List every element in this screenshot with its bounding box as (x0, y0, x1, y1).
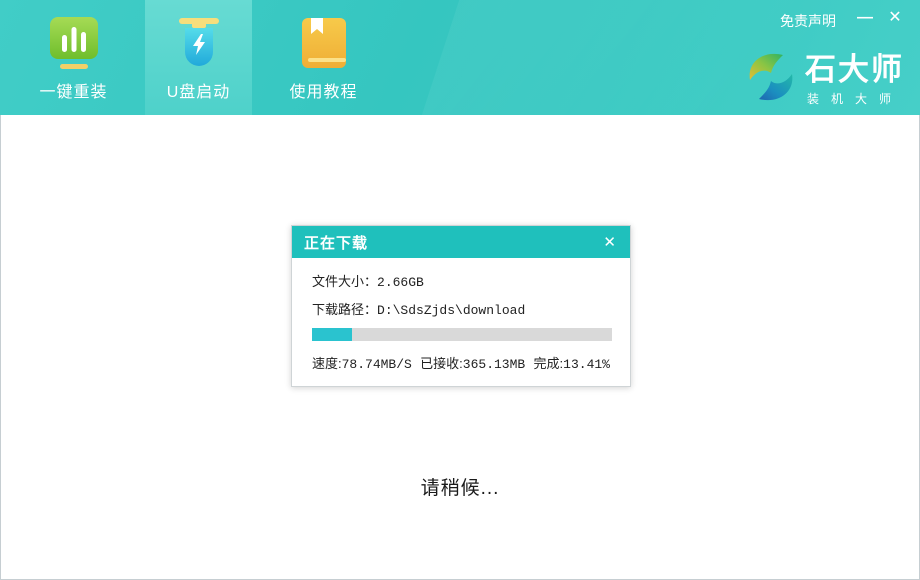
dialog-body: 文件大小：2.66GB 下载路径：D:\SdsZjds\download 速度:… (292, 258, 630, 386)
tab-one-key-reinstall[interactable]: 一键重装 (20, 0, 127, 115)
dialog-title: 正在下载 (304, 232, 599, 253)
usb-boot-icon (172, 14, 226, 72)
header: 一键重装 U盘启动 (0, 0, 920, 115)
download-stats-row: 速度:78.74MB/S 已接收:365.13MB 完成:13.41% (312, 353, 610, 372)
file-size-label: 文件大小： (312, 274, 377, 289)
tab-bar: 一键重装 U盘启动 (20, 0, 395, 115)
brand-logo: 石大师 装机大师 (745, 48, 904, 111)
tab-tutorial[interactable]: 使用教程 (270, 0, 377, 115)
received-stat: 已接收:365.13MB (420, 353, 525, 372)
chart-bars-icon (47, 14, 101, 72)
tab-usb-boot[interactable]: U盘启动 (145, 0, 252, 115)
book-icon (297, 14, 351, 72)
dialog-titlebar: 正在下载 ✕ (292, 226, 630, 258)
tab-label: 使用教程 (289, 78, 357, 102)
brand-name: 石大师 (805, 53, 904, 87)
main-content: 正在下载 ✕ 文件大小：2.66GB 下载路径：D:\SdsZjds\downl… (0, 115, 920, 580)
download-path-label: 下载路径： (312, 302, 377, 317)
download-path-row: 下载路径：D:\SdsZjds\download (312, 299, 610, 318)
brand-subtitle: 装机大师 (805, 90, 904, 107)
file-size-row: 文件大小：2.66GB (312, 271, 610, 290)
s-swirl-logo-icon (745, 48, 797, 111)
done-stat: 完成:13.41% (534, 353, 610, 372)
download-dialog: 正在下载 ✕ 文件大小：2.66GB 下载路径：D:\SdsZjds\downl… (291, 225, 631, 387)
tab-label: U盘启动 (167, 78, 231, 102)
minimize-button[interactable]: — (852, 6, 878, 30)
brand-text: 石大师 装机大师 (805, 53, 904, 107)
progress-bar-fill (312, 328, 352, 341)
file-size-value: 2.66GB (377, 275, 424, 290)
download-path-value: D:\SdsZjds\download (377, 303, 525, 318)
app-window: 一键重装 U盘启动 (0, 0, 920, 580)
close-button[interactable]: ✕ (882, 6, 908, 30)
please-wait-text: 请稍候... (1, 473, 919, 500)
disclaimer-link[interactable]: 免责声明 (780, 11, 836, 31)
dialog-close-icon[interactable]: ✕ (599, 233, 620, 252)
speed-stat: 速度:78.74MB/S (312, 353, 412, 372)
tab-label: 一键重装 (39, 78, 107, 102)
progress-bar-track (312, 328, 612, 341)
